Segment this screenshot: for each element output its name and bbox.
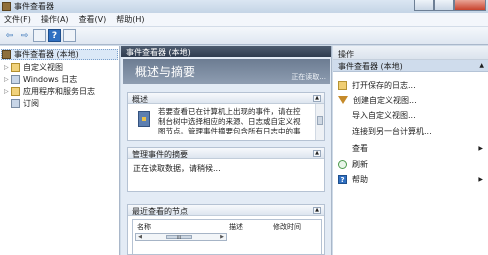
forward-arrow-icon[interactable]: ⇨: [18, 29, 31, 42]
show-hide-console-tree-icon[interactable]: [33, 29, 46, 42]
action-label: 帮助: [352, 174, 368, 184]
actions-section-label: 事件查看器 (本地): [338, 62, 403, 71]
summary-banner: 概述与摘要 正在读取...: [123, 59, 330, 84]
actions-header: 操作: [333, 46, 488, 60]
recent-nodes-section: 最近查看的节点 ▲ 名称 描述 修改时间 ◀ III ▶: [127, 204, 325, 255]
menu-bar: 文件(F) 操作(A) 查看(V) 帮助(H): [0, 13, 488, 27]
expand-arrow-icon[interactable]: ▷: [4, 88, 11, 95]
horizontal-scrollbar[interactable]: ◀ III ▶: [135, 233, 227, 241]
window-controls: [414, 0, 486, 11]
action-label: 刷新: [352, 159, 368, 169]
col-name[interactable]: 名称: [137, 222, 151, 232]
overview-section: 概述 ▲ 若要查看已在计算机上出现的事件，请在控制台树中选择相应的来源、日志或自…: [127, 92, 325, 141]
actions-section-header[interactable]: 事件查看器 (本地) ▲: [333, 60, 488, 72]
tree-item-label: 自定义视图: [23, 63, 63, 72]
action-open-saved-log[interactable]: 打开保存的日志...: [338, 79, 483, 91]
action-label: 打开保存的日志...: [352, 80, 416, 90]
logs-icon: [11, 75, 20, 84]
col-description[interactable]: 描述: [229, 222, 243, 232]
action-label: 查看: [352, 143, 368, 153]
submenu-arrow-icon: ▶: [478, 175, 483, 183]
minimize-button[interactable]: [414, 0, 434, 11]
tree-item-subscriptions[interactable]: 订阅: [4, 98, 39, 109]
event-log-book-icon: [138, 111, 150, 127]
tree-item-label: 应用程序和服务日志: [23, 87, 95, 96]
center-pane-header: 事件查看器 (本地): [121, 46, 331, 57]
tree-root-node[interactable]: 事件查看器 (本地): [1, 49, 118, 60]
open-folder-icon: [338, 80, 347, 90]
banner-title: 概述与摘要: [135, 65, 196, 79]
tree-item-app-service-logs[interactable]: ▷ 应用程序和服务日志: [4, 86, 95, 97]
expand-arrow-icon[interactable]: ▷: [4, 64, 11, 71]
action-connect-computer[interactable]: 连接到另一台计算机...: [338, 125, 483, 137]
expand-arrow-icon[interactable]: ▷: [4, 76, 11, 83]
console-tree: 事件查看器 (本地) ▷ 自定义视图 ▷ Windows 日志 ▷ 应用程序和服…: [0, 46, 120, 255]
action-help[interactable]: ? 帮助 ▶: [338, 173, 483, 185]
tree-item-label: 订阅: [23, 99, 39, 108]
action-view[interactable]: 查看 ▶: [338, 142, 483, 154]
center-pane: 事件查看器 (本地) 概述与摘要 正在读取... 概述 ▲ 若要查看已在计算机上…: [121, 46, 332, 255]
toolbar: ⇦ ⇨ ?: [0, 27, 488, 45]
action-label: 导入自定义视图...: [352, 110, 416, 120]
scroll-right-icon[interactable]: ▶: [218, 234, 226, 240]
event-viewer-app-icon: [2, 2, 11, 11]
recent-nodes-title: 最近查看的节点: [132, 207, 188, 216]
menu-view[interactable]: 查看(V): [79, 14, 107, 25]
event-viewer-icon: [2, 50, 11, 59]
scroll-left-icon[interactable]: ◀: [136, 234, 144, 240]
loading-text: 正在读取数据，请稍候...: [133, 164, 221, 173]
show-hide-action-pane-icon[interactable]: [63, 29, 76, 42]
action-create-custom-view[interactable]: 创建自定义视图...: [338, 94, 483, 106]
menu-help[interactable]: 帮助(H): [116, 14, 144, 25]
collapse-icon[interactable]: ▲: [313, 95, 321, 102]
col-modified[interactable]: 修改时间: [273, 222, 301, 232]
overview-text: 若要查看已在计算机上出现的事件，请在控制台树中选择相应的来源、日志或自定义视图节…: [158, 107, 301, 134]
overview-scrollbar[interactable]: [315, 104, 324, 140]
maximize-button[interactable]: [434, 0, 454, 11]
action-label: 连接到另一台计算机...: [352, 126, 432, 136]
tree-item-custom-views[interactable]: ▷ 自定义视图: [4, 62, 63, 73]
admin-summary-section: 管理事件的摘要 ▲ 正在读取数据，请稍候...: [127, 147, 325, 192]
tree-root-label: 事件查看器 (本地): [14, 50, 79, 59]
folder-icon: [11, 87, 20, 96]
menu-file[interactable]: 文件(F): [4, 14, 31, 25]
actions-pane: 操作 事件查看器 (本地) ▲ 打开保存的日志... 创建自定义视图... 导入…: [333, 46, 488, 255]
close-button[interactable]: [454, 0, 486, 11]
folder-icon: [11, 63, 20, 72]
window-title: 事件查看器: [14, 2, 54, 11]
menu-action[interactable]: 操作(A): [41, 14, 69, 25]
recent-nodes-table: 名称 描述 修改时间 ◀ III ▶: [132, 219, 322, 255]
filter-icon: [338, 96, 348, 104]
banner-status: 正在读取...: [291, 73, 326, 81]
help-icon[interactable]: ?: [48, 29, 61, 42]
collapse-icon[interactable]: ▲: [313, 207, 321, 214]
action-refresh[interactable]: 刷新: [338, 158, 483, 170]
back-arrow-icon[interactable]: ⇦: [3, 29, 16, 42]
help-icon: ?: [338, 174, 347, 184]
collapse-icon[interactable]: ▲: [313, 150, 321, 157]
action-label: 创建自定义视图...: [353, 95, 417, 105]
tree-item-windows-logs[interactable]: ▷ Windows 日志: [4, 74, 77, 85]
submenu-arrow-icon: ▶: [478, 144, 483, 152]
collapse-icon[interactable]: ▲: [479, 62, 484, 69]
subscriptions-icon: [11, 99, 20, 108]
action-import-custom-view[interactable]: 导入自定义视图...: [338, 109, 483, 121]
admin-summary-title: 管理事件的摘要: [132, 150, 188, 159]
title-bar: 事件查看器: [0, 0, 488, 13]
refresh-icon: [338, 159, 347, 169]
tree-item-label: Windows 日志: [23, 75, 78, 84]
overview-title: 概述: [132, 95, 148, 104]
scroll-thumb[interactable]: III: [166, 235, 192, 240]
